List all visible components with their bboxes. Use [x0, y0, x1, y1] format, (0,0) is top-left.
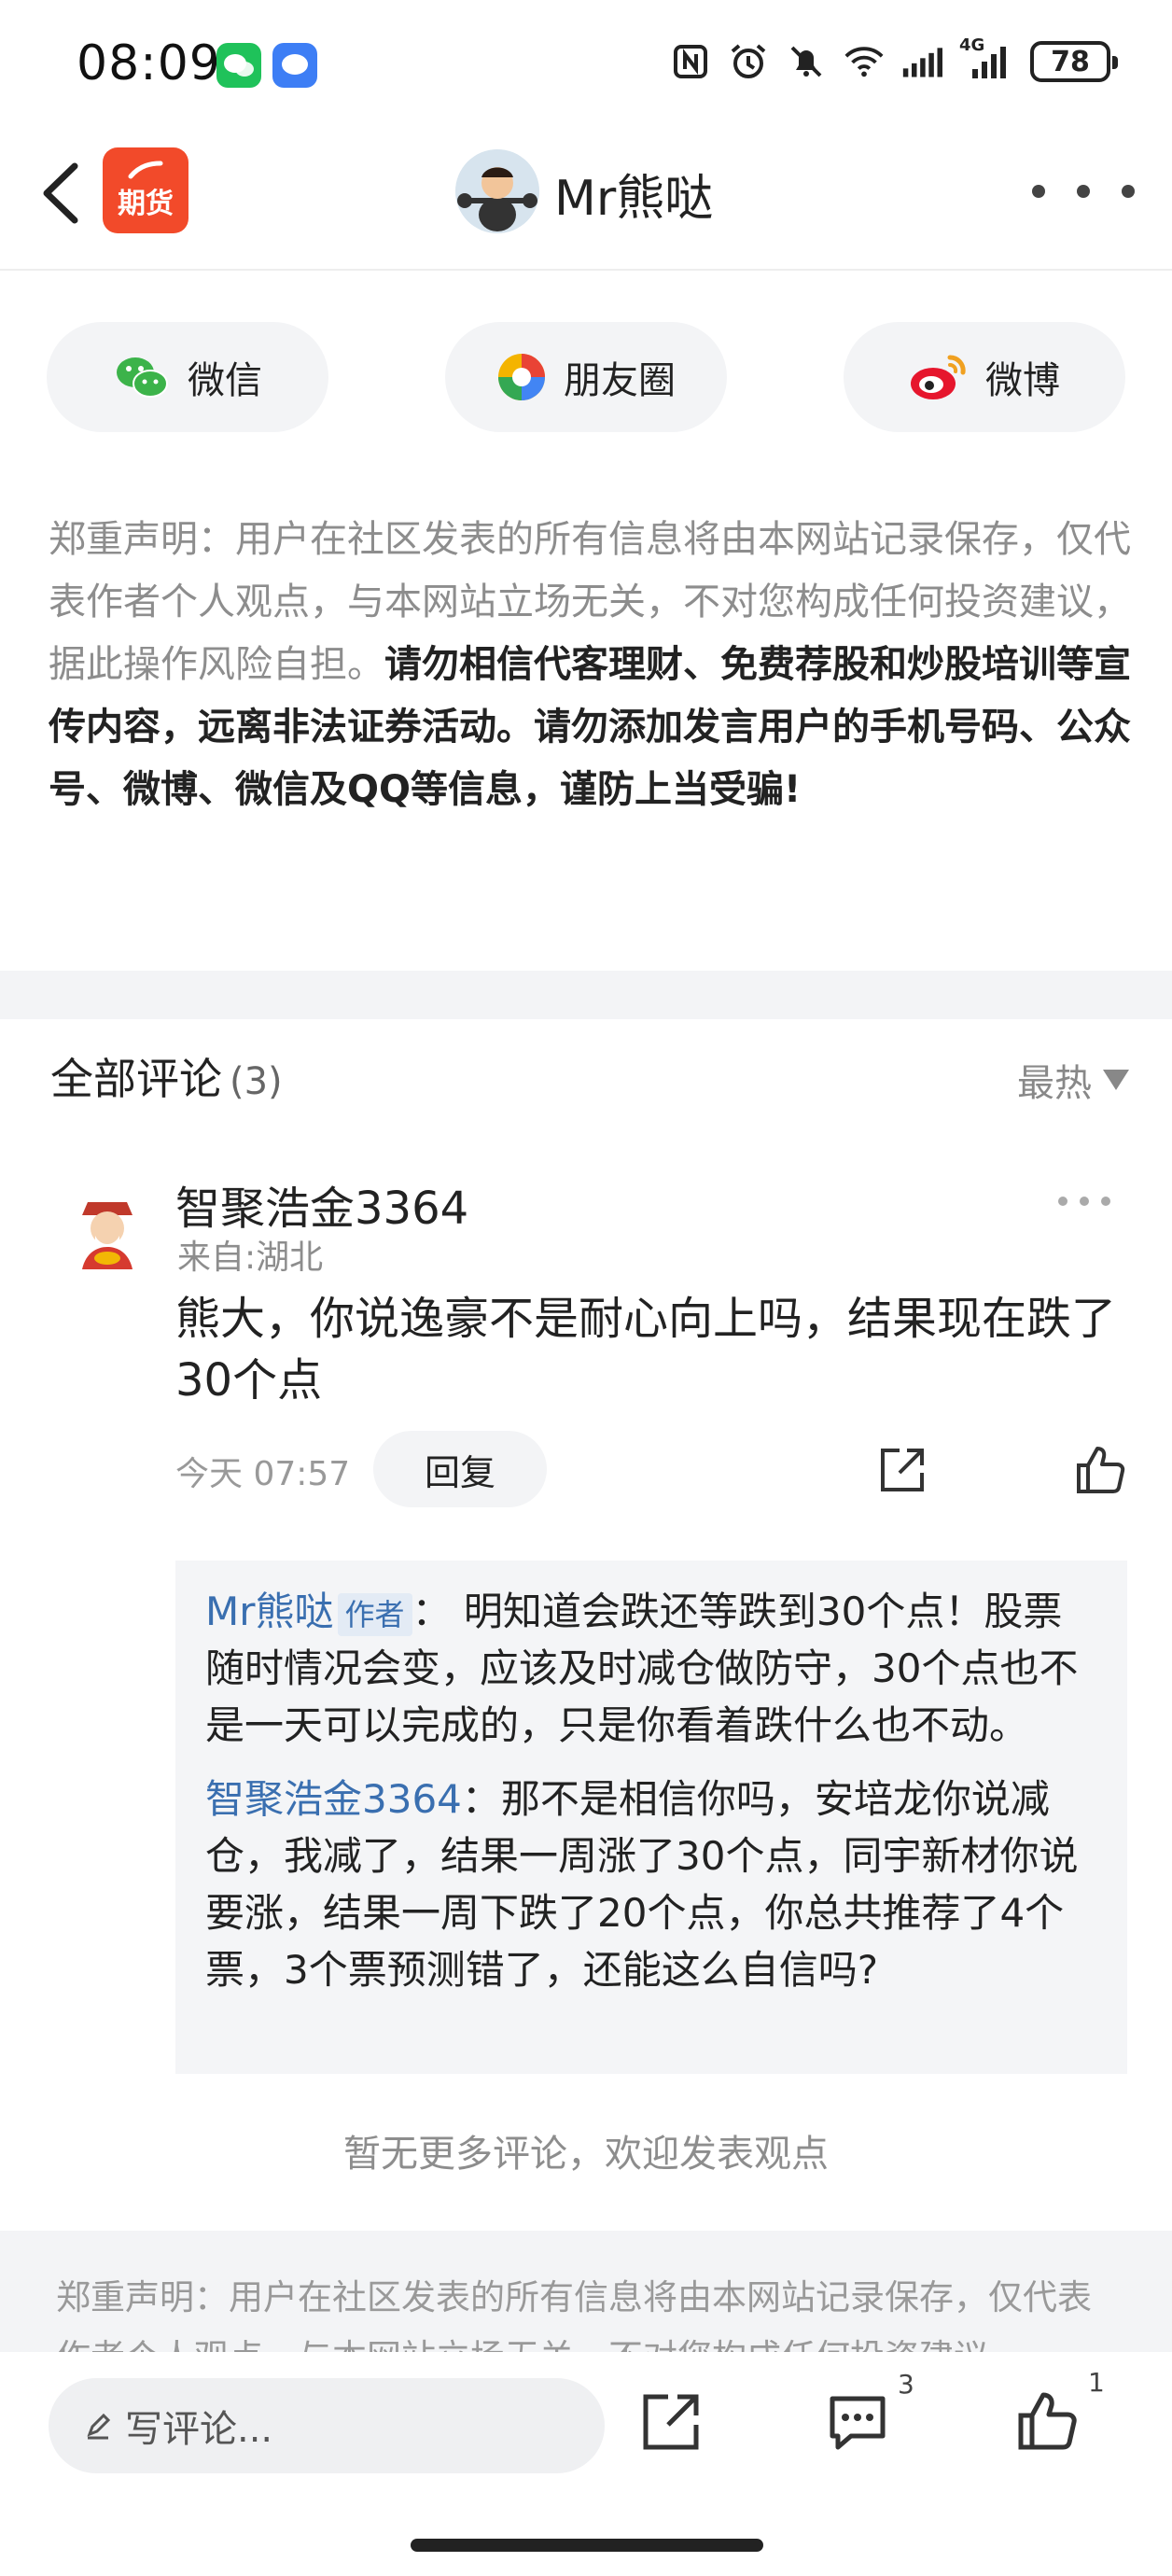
section-divider	[0, 971, 1172, 1019]
comments-header: 全部评论 (3)	[50, 1045, 283, 1107]
back-button[interactable]	[34, 161, 90, 226]
moments-icon	[498, 354, 545, 400]
more-dot-icon	[1032, 185, 1045, 198]
share-moments-button[interactable]: 朋友圈	[445, 322, 727, 432]
comment-text: 熊大，你说逸豪不是耐心向上吗，结果现在跌了30个点	[175, 1293, 1117, 1407]
reply-author-name[interactable]: Mr熊哒	[205, 1589, 334, 1634]
message-notification-icon	[272, 43, 317, 88]
author-tag-badge: 作者	[337, 1592, 412, 1636]
wechat-icon	[117, 357, 168, 398]
app-logo[interactable]: 期货	[103, 147, 188, 233]
disclaimer-label: 郑重声明：	[49, 518, 235, 561]
app-logo-label: 期货	[118, 188, 174, 220]
comment-time: 今天 07:57	[175, 1455, 351, 1493]
disclaimer-text: 郑重声明：用户在社区发表的所有信息将由本网站记录保存，仅代表作者个人观点，与本网…	[49, 509, 1131, 821]
signal-icon	[901, 41, 942, 82]
no-more-comments: 暂无更多评论，欢迎发表观点	[343, 2133, 829, 2176]
comment-share-button[interactable]	[877, 1445, 928, 1495]
comment-more-button[interactable]	[1058, 1197, 1110, 1206]
comment-like-button[interactable]	[1075, 1443, 1127, 1495]
like-count-badge: 1	[1088, 2367, 1105, 2398]
network-label: 4G	[959, 35, 985, 55]
commenter-location: 来自:湖北	[177, 1239, 324, 1277]
more-dot-icon	[1080, 1197, 1089, 1206]
comment-count-badge: 3	[898, 2369, 914, 2400]
battery-indicator: 78	[1030, 41, 1118, 82]
write-comment-input[interactable]: 写评论...	[49, 2378, 605, 2473]
fortune-god-avatar-icon	[63, 1184, 152, 1274]
page-title: Mr熊哒	[554, 171, 714, 227]
caret-down-icon	[1103, 1070, 1129, 1090]
more-dot-icon	[1077, 185, 1090, 198]
share-post-button[interactable]	[640, 2391, 702, 2457]
reply-author-name[interactable]: 智聚浩金3364	[205, 1776, 462, 1822]
thumbs-up-icon	[1077, 1447, 1125, 1493]
author-avatar[interactable]	[455, 149, 539, 233]
commenter-name[interactable]: 智聚浩金3364	[175, 1171, 468, 1237]
comments-title: 全部评论	[50, 1054, 222, 1104]
footer-disclaimer: 郑重声明：用户在社区发表的所有信息将由本网站记录保存，仅代表作者个人观点，与本网…	[0, 2231, 1172, 2352]
share-wechat-label: 微信	[188, 359, 262, 402]
reply-item: Mr熊哒 作者： 明知道会跌还等跌到30个点！股票随时情况会变，应该及时减仓做防守…	[205, 1583, 1097, 1754]
comments-count: (3)	[230, 1060, 283, 1103]
share-wechat-button[interactable]: 微信	[47, 322, 328, 432]
pencil-icon	[87, 2413, 111, 2440]
share-out-icon	[643, 2394, 699, 2450]
more-dot-icon	[1058, 1197, 1067, 1206]
comment-count-button[interactable]	[827, 2391, 888, 2457]
more-dot-icon	[1122, 185, 1135, 198]
share-out-icon	[881, 1449, 924, 1491]
status-icons: 4G 78	[670, 35, 1118, 82]
reply-text: ： 明知道会跌还等跌到30个点！股票随时情况会变，应该及时减仓做防守，30个点也…	[205, 1589, 1079, 1748]
mute-bell-icon	[786, 41, 827, 82]
sort-label: 最热	[1017, 1062, 1092, 1105]
footer-disclaimer-text: 郑重声明：用户在社区发表的所有信息将由本网站记录保存，仅代表作者个人观点，与本网…	[56, 2277, 1092, 2352]
commenter-avatar[interactable]	[62, 1183, 153, 1275]
cartoon-avatar-icon	[455, 149, 539, 233]
more-options-button[interactable]	[1032, 177, 1135, 205]
home-indicator[interactable]	[411, 2539, 763, 2552]
wifi-icon	[844, 41, 885, 82]
logo-swoosh-icon	[128, 161, 163, 179]
back-arrow-icon	[43, 162, 78, 224]
alarm-icon	[728, 41, 769, 82]
share-weibo-button[interactable]: 微博	[844, 322, 1125, 432]
reply-button[interactable]: 回复	[373, 1431, 547, 1507]
status-time: 08:09	[77, 35, 221, 91]
like-post-button[interactable]	[1017, 2389, 1079, 2455]
nfc-icon	[670, 41, 711, 82]
share-weibo-label: 微博	[985, 359, 1060, 402]
wechat-notification-icon	[216, 43, 261, 88]
comment-bubble-icon	[830, 2396, 886, 2450]
share-moments-label: 朋友圈	[564, 359, 676, 402]
reply-thread: Mr熊哒 作者： 明知道会跌还等跌到30个点！股票随时情况会变，应该及时减仓做防守…	[175, 1561, 1127, 2074]
weibo-icon	[911, 355, 966, 399]
thumbs-up-icon	[1018, 2392, 1077, 2450]
sort-dropdown[interactable]: 最热	[1017, 1053, 1129, 1107]
more-dot-icon	[1101, 1197, 1110, 1206]
reply-item: 智聚浩金3364：那不是相信你吗，安培龙你说减仓，我减了，结果一周涨了30个点，…	[205, 1771, 1097, 1998]
write-comment-placeholder: 写评论...	[125, 2408, 273, 2451]
signal-4g-icon: 4G	[959, 35, 1013, 82]
